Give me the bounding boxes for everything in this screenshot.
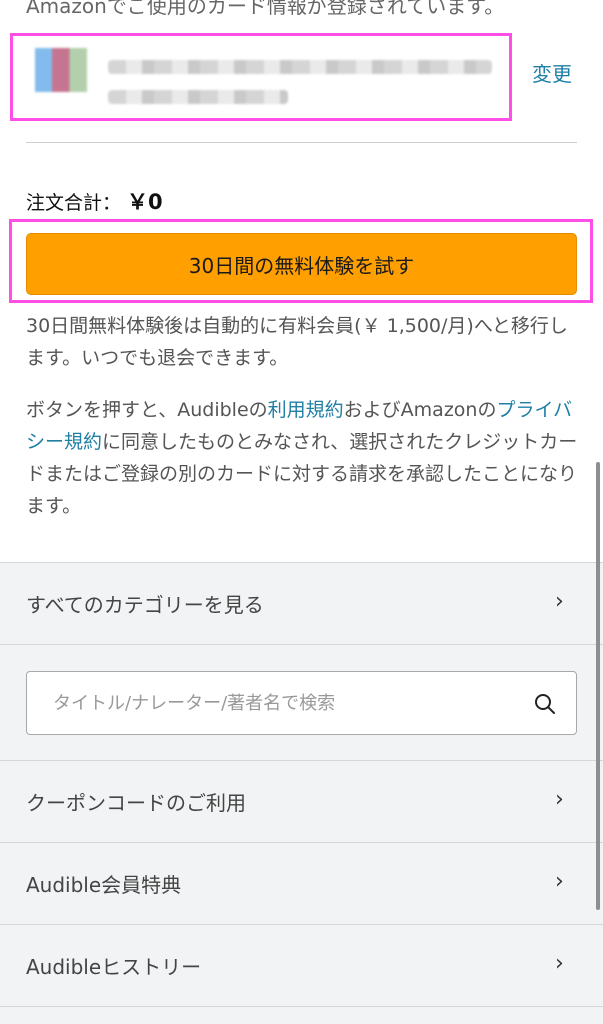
card-brand-image — [35, 48, 87, 92]
divider — [0, 1006, 603, 1007]
order-total-value: ￥0 — [127, 190, 163, 214]
search-input[interactable] — [51, 692, 525, 715]
menu-item-coupon[interactable]: クーポンコードのご利用 › — [0, 760, 603, 842]
chevron-right-icon: › — [555, 589, 564, 614]
order-total-label: 注文合計： — [26, 192, 122, 214]
menu-item-label: Audibleヒストリー — [26, 955, 202, 979]
card-registered-notice: Amazonでご使用のカード情報が登録されています。 — [26, 0, 505, 18]
search-box[interactable] — [26, 671, 577, 735]
trial-notice-text: 30日間無料体験後は自動的に有料会員(￥ 1,500/月)へと移行します。いつで… — [26, 315, 568, 369]
terms-suffix: に同意したものとみなされ、選択されたクレジットカードまたはご登録の別のカードに対… — [26, 431, 578, 517]
terms-prefix: ボタンを押すと、Audibleの — [26, 399, 268, 421]
chevron-right-icon: › — [555, 869, 564, 894]
change-payment-link[interactable]: 変更 — [532, 58, 572, 87]
search-section — [0, 644, 603, 760]
menu-item-label: Audible会員特典 — [26, 873, 182, 897]
terms-of-use-link[interactable]: 利用規約 — [268, 399, 344, 421]
menu-item-label: クーポンコードのご利用 — [26, 791, 246, 815]
scrollbar[interactable] — [596, 462, 600, 910]
menu-item-history[interactable]: Audibleヒストリー › — [0, 924, 603, 1006]
terms-agreement-text: ボタンを押すと、Audibleの利用規約およびAmazonのプライバシー規約に同… — [26, 394, 586, 522]
order-total: 注文合計： ￥0 — [26, 186, 163, 216]
menu-item-categories[interactable]: すべてのカテゴリーを見る › — [0, 562, 603, 644]
card-info-redacted-line-1 — [108, 60, 492, 74]
card-info-redacted-line-2 — [108, 90, 288, 104]
chevron-right-icon: › — [555, 951, 564, 976]
search-icon[interactable] — [533, 692, 557, 716]
menu-item-label: すべてのカテゴリーを見る — [26, 593, 264, 617]
terms-mid: およびAmazonの — [343, 399, 497, 421]
menu-item-member-benefits[interactable]: Audible会員特典 › — [0, 842, 603, 924]
start-free-trial-button[interactable]: 30日間の無料体験を試す — [26, 233, 577, 295]
payment-card-highlight — [10, 33, 512, 121]
chevron-right-icon: › — [555, 787, 564, 812]
divider — [26, 142, 577, 143]
